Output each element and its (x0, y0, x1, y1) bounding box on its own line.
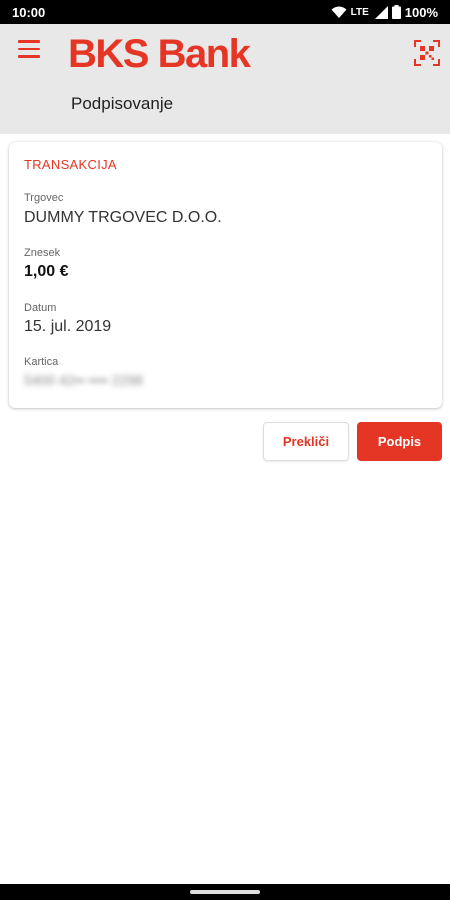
cancel-button[interactable]: Prekliči (263, 422, 349, 461)
status-bar: 10:00 LTE 100% (0, 0, 450, 24)
status-time: 10:00 (12, 4, 46, 20)
qr-scan-icon[interactable] (414, 40, 440, 66)
battery-icon (391, 5, 401, 19)
transaction-section-title: TRANSAKCIJA (24, 157, 117, 172)
amount-label: Znesek (24, 247, 61, 259)
battery-level: 100% (404, 4, 438, 20)
sign-button[interactable]: Podpis (357, 422, 442, 461)
merchant-label: Trgovec (24, 192, 64, 204)
status-icons: LTE 100% (331, 5, 438, 20)
hamburger-menu-icon[interactable] (18, 40, 40, 62)
home-gesture-handle[interactable] (190, 890, 260, 894)
date-label: Datum (24, 302, 57, 314)
card-number-value: 5400 42•• •••• 2298 (24, 372, 143, 388)
date-value: 15. jul. 2019 (24, 318, 112, 335)
network-type: LTE (350, 6, 369, 18)
amount-value: 1,00 € (24, 263, 69, 280)
bks-bank-logo: BKS Bank (68, 32, 251, 76)
navigation-bar (0, 884, 450, 900)
transaction-card: TRANSAKCIJA Trgovec DUMMY TRGOVEC D.O.O.… (9, 142, 442, 408)
card-label: Kartica (24, 356, 59, 368)
signal-icon (374, 5, 388, 19)
page-title: Podpisovanje (71, 94, 174, 113)
app-header: BKS Bank Podpisovanje (0, 24, 450, 134)
merchant-value: DUMMY TRGOVEC D.O.O. (24, 209, 222, 226)
wifi-icon (331, 6, 347, 18)
